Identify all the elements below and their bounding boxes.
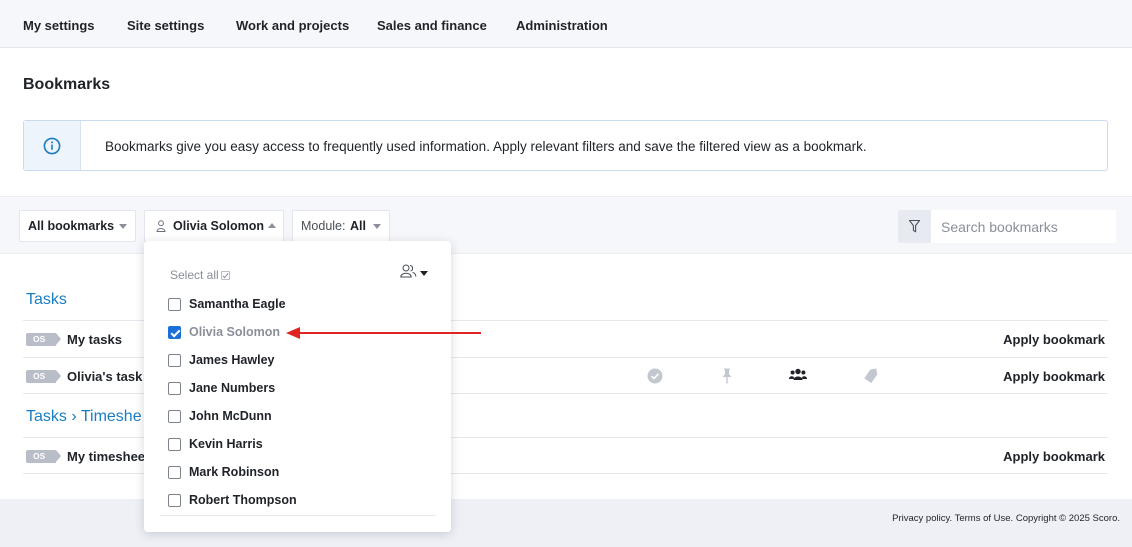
user-option[interactable]: Kevin Harris	[168, 435, 428, 455]
user-checkbox[interactable]	[168, 438, 181, 451]
user-option[interactable]: John McDunn	[168, 407, 428, 427]
bookmarks-filter-dropdown[interactable]: All bookmarks	[19, 210, 136, 242]
page-title: Bookmarks	[23, 76, 111, 93]
nav-my-settings[interactable]: My settings	[23, 18, 95, 33]
user-checkbox[interactable]	[168, 354, 181, 367]
select-all-label: Select all	[170, 268, 219, 282]
section-title-tasks: Tasks	[26, 291, 67, 308]
user-checkbox-checked[interactable]	[168, 326, 181, 339]
funnel-icon	[909, 220, 920, 233]
user-option-label: Mark Robinson	[189, 465, 280, 479]
nav-site-settings[interactable]: Site settings	[127, 18, 204, 33]
check-circle-icon	[647, 368, 663, 384]
bookmark-name: My tasks	[67, 332, 122, 347]
annotation-arrow-icon	[286, 327, 481, 339]
apply-bookmark-button[interactable]: Apply bookmark	[1003, 369, 1105, 384]
bookmarks-filter-label: All bookmarks	[28, 219, 115, 233]
user-checkbox[interactable]	[168, 298, 181, 311]
user-group-menu-button[interactable]	[400, 264, 430, 280]
user-option-label: James Hawley	[189, 353, 275, 367]
user-option-label: Robert Thompson	[189, 493, 297, 507]
chevron-down-icon	[119, 224, 127, 229]
user-checkbox[interactable]	[168, 494, 181, 507]
owner-badge: OS	[26, 450, 61, 463]
user-filter-label: Olivia Solomon	[173, 219, 264, 233]
apply-bookmark-button[interactable]: Apply bookmark	[1003, 449, 1105, 464]
bookmark-name: My timesheet	[67, 449, 150, 464]
pin-icon	[722, 368, 732, 384]
tag-icon	[864, 368, 878, 384]
user-checkbox[interactable]	[168, 466, 181, 479]
footer-text: Privacy policy. Terms of Use. Copyright …	[892, 513, 1120, 524]
user-filter-menu: Select all Samantha Eagle Olivia Solomon…	[144, 241, 451, 532]
checkbox-icon	[220, 271, 230, 280]
apply-bookmark-button[interactable]: Apply bookmark	[1003, 332, 1105, 347]
chevron-up-icon	[268, 223, 276, 228]
user-option-label: Olivia Solomon	[189, 325, 280, 339]
user-option[interactable]: Robert Thompson	[168, 491, 428, 511]
section-title-timesheet: Tasks › Timeshe	[26, 408, 142, 425]
users-icon	[400, 264, 417, 278]
module-filter-prefix: Module:	[301, 219, 346, 233]
user-checkbox[interactable]	[168, 382, 181, 395]
user-icon	[156, 220, 166, 232]
advanced-filter-button[interactable]	[898, 210, 931, 243]
chevron-down-icon	[420, 271, 428, 276]
user-option[interactable]: Jane Numbers	[168, 379, 428, 399]
group-icon	[789, 368, 807, 380]
user-option-label: Kevin Harris	[189, 437, 263, 451]
module-filter-value: All	[350, 219, 366, 233]
select-all-toggle[interactable]: Select all	[170, 268, 230, 282]
user-option[interactable]: Mark Robinson	[168, 463, 428, 483]
nav-sales-and-finance[interactable]: Sales and finance	[377, 18, 487, 33]
bookmark-name: Olivia's task b	[67, 369, 154, 384]
user-filter-dropdown[interactable]: Olivia Solomon	[144, 210, 284, 242]
search-bookmarks-input[interactable]	[931, 210, 1116, 243]
user-option-label: Jane Numbers	[189, 381, 276, 395]
info-banner: Bookmarks give you easy access to freque…	[23, 120, 1108, 171]
info-icon-cell	[24, 121, 81, 170]
nav-administration[interactable]: Administration	[516, 18, 608, 33]
top-navigation: My settings Site settings Work and proje…	[0, 0, 1132, 48]
user-option[interactable]: James Hawley	[168, 351, 428, 371]
user-option[interactable]: Samantha Eagle	[168, 295, 428, 315]
user-option-label: John McDunn	[189, 409, 272, 423]
menu-divider	[160, 515, 436, 516]
owner-badge: OS	[26, 333, 61, 346]
info-circle-icon	[43, 137, 61, 155]
user-option-label: Samantha Eagle	[189, 297, 286, 311]
nav-work-and-projects[interactable]: Work and projects	[236, 18, 349, 33]
user-checkbox[interactable]	[168, 410, 181, 423]
owner-badge: OS	[26, 370, 61, 383]
info-text: Bookmarks give you easy access to freque…	[105, 139, 867, 154]
module-filter-dropdown[interactable]: Module: All	[292, 210, 390, 242]
chevron-down-icon	[373, 224, 381, 229]
